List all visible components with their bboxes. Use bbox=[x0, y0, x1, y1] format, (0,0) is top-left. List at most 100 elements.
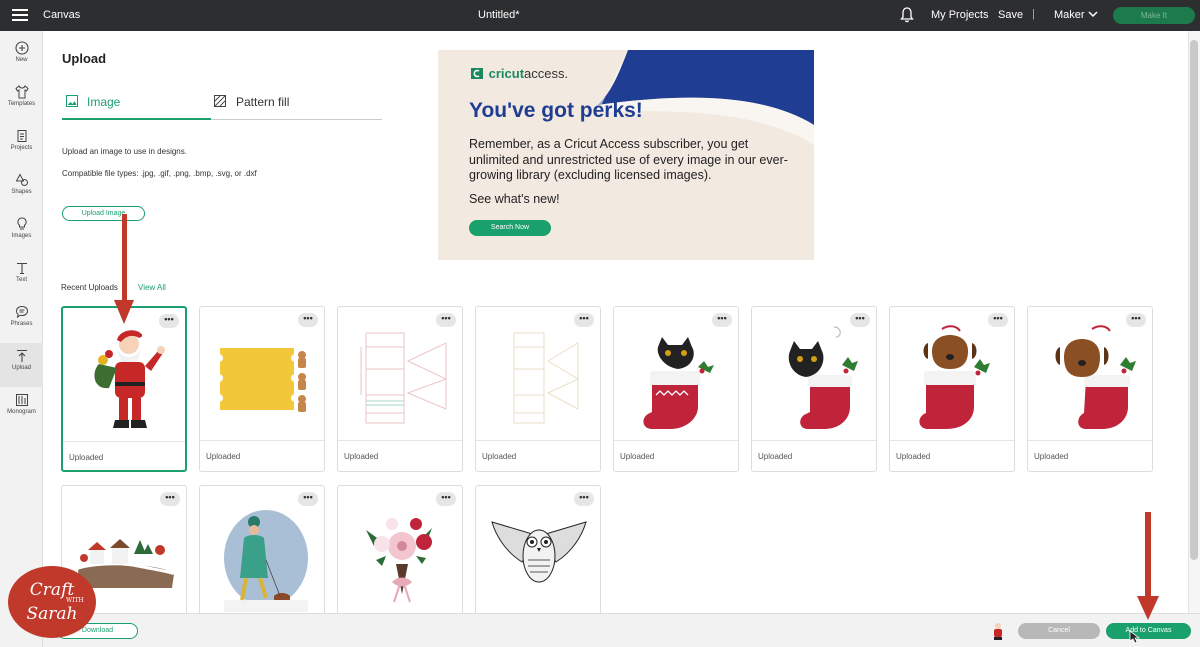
card-divider bbox=[614, 440, 738, 441]
cricut-access-banner: cricutaccess. You've got perks! Remember… bbox=[438, 50, 814, 260]
more-options-icon[interactable]: ••• bbox=[298, 313, 318, 327]
box-template-image bbox=[513, 332, 579, 424]
card-divider bbox=[338, 440, 462, 441]
annotation-arrow-down bbox=[1137, 512, 1159, 620]
document-title: Untitled* bbox=[478, 9, 520, 21]
more-options-icon[interactable]: ••• bbox=[1126, 313, 1146, 327]
more-options-icon[interactable]: ••• bbox=[298, 492, 318, 506]
nav-label: Upload bbox=[11, 365, 31, 371]
hamburger-menu-icon[interactable] bbox=[12, 9, 28, 21]
upload-card-dog-stocking-2[interactable]: Uploaded ••• bbox=[1027, 306, 1153, 472]
make-it-button[interactable]: Make It bbox=[1113, 7, 1195, 24]
lightbulb-icon bbox=[16, 217, 27, 230]
more-options-icon[interactable]: ••• bbox=[574, 313, 594, 327]
more-options-icon[interactable]: ••• bbox=[574, 492, 594, 506]
upload-card-box-pink[interactable]: Uploaded ••• bbox=[337, 306, 463, 472]
tab-pattern-label: Pattern fill bbox=[236, 95, 290, 109]
upload-card-santa[interactable]: Uploaded ••• bbox=[61, 306, 187, 472]
projects-icon bbox=[17, 130, 26, 142]
banner-headline: You've got perks! bbox=[469, 99, 643, 122]
card-divider bbox=[890, 440, 1014, 441]
watermark-line-2: Sarah bbox=[26, 604, 78, 624]
scrollbar-thumb[interactable] bbox=[1190, 40, 1198, 560]
nav-new[interactable]: New bbox=[0, 35, 43, 79]
card-label: Uploaded bbox=[206, 452, 241, 461]
cancel-button[interactable]: Cancel bbox=[1018, 623, 1100, 639]
upload-card-cat-stocking[interactable]: Uploaded ••• bbox=[613, 306, 739, 472]
dog-stocking-image bbox=[919, 325, 990, 429]
chevron-down-icon[interactable] bbox=[1087, 8, 1099, 20]
mouse-cursor-icon bbox=[1129, 630, 1140, 644]
upload-card-dog-stocking[interactable]: Uploaded ••• bbox=[889, 306, 1015, 472]
upload-card-cat-stocking-2[interactable]: Uploaded ••• bbox=[751, 306, 877, 472]
more-options-icon[interactable]: ••• bbox=[712, 313, 732, 327]
tab-image-label: Image bbox=[87, 95, 121, 109]
nav-phrases[interactable]: Phrases bbox=[0, 299, 43, 343]
shapes-icon bbox=[15, 173, 28, 186]
nav-label: Text bbox=[15, 277, 27, 283]
snowy-owl-image bbox=[491, 521, 587, 583]
more-options-icon[interactable]: ••• bbox=[436, 492, 456, 506]
app-name: Canvas bbox=[43, 9, 81, 21]
card-divider bbox=[752, 440, 876, 441]
nav-label: Shapes bbox=[11, 189, 32, 195]
save-link[interactable]: Save bbox=[998, 9, 1023, 21]
text-icon bbox=[16, 262, 27, 275]
selected-upload-thumbnail bbox=[994, 623, 1002, 640]
upload-icon bbox=[16, 349, 27, 362]
nav-text[interactable]: Text bbox=[0, 255, 43, 299]
separator: | bbox=[1032, 8, 1035, 20]
nav-shapes[interactable]: Shapes bbox=[0, 167, 43, 211]
cricut-access-logo: cricutaccess. bbox=[469, 66, 568, 81]
file-types-text: Compatible file types: .jpg, .gif, .png,… bbox=[62, 169, 257, 178]
banner-body: Remember, as a Cricut Access subscriber,… bbox=[469, 137, 788, 182]
upload-info-text: Upload an image to use in designs. bbox=[62, 147, 187, 156]
cat-stocking-image bbox=[788, 326, 858, 429]
more-options-icon[interactable]: ••• bbox=[436, 313, 456, 327]
annotation-arrow-down bbox=[114, 214, 134, 324]
speech-bubble-icon bbox=[15, 305, 28, 319]
nav-monogram[interactable]: Monogram bbox=[0, 387, 43, 431]
nav-images[interactable]: Images bbox=[0, 211, 43, 255]
bell-icon[interactable] bbox=[900, 7, 914, 23]
more-options-icon[interactable]: ••• bbox=[850, 313, 870, 327]
logo-brand: cricut bbox=[488, 66, 525, 81]
banner-subhead: See what's new! bbox=[469, 192, 560, 206]
card-label: Uploaded bbox=[344, 452, 379, 461]
woman-walking-dog-image bbox=[224, 510, 308, 612]
upload-card-gingerbread[interactable]: Uploaded ••• bbox=[199, 306, 325, 472]
nav-label: Templates bbox=[7, 101, 36, 107]
more-options-icon[interactable]: ••• bbox=[160, 492, 180, 506]
more-options-icon[interactable]: ••• bbox=[159, 314, 179, 328]
pattern-icon bbox=[214, 95, 226, 107]
nav-projects[interactable]: Projects bbox=[0, 123, 43, 167]
card-label: Uploaded bbox=[896, 452, 931, 461]
card-label: Uploaded bbox=[69, 453, 104, 462]
card-label: Uploaded bbox=[620, 452, 655, 461]
box-template-image bbox=[360, 332, 447, 424]
view-all-link[interactable]: View All bbox=[138, 283, 166, 292]
upload-card-box-beige[interactable]: Uploaded ••• bbox=[475, 306, 601, 472]
image-icon bbox=[66, 95, 78, 107]
card-label: Uploaded bbox=[1034, 452, 1069, 461]
monogram-icon bbox=[15, 394, 28, 406]
machine-select[interactable]: Maker bbox=[1054, 9, 1085, 21]
shirt-icon bbox=[14, 85, 29, 99]
card-divider bbox=[200, 440, 324, 441]
tab-active-indicator bbox=[62, 118, 211, 120]
search-now-button[interactable]: Search Now bbox=[469, 220, 551, 236]
nav-upload[interactable]: Upload bbox=[0, 343, 43, 387]
santa-image bbox=[94, 330, 165, 428]
nav-templates[interactable]: Templates bbox=[0, 79, 43, 123]
plus-circle-icon bbox=[14, 41, 29, 55]
top-bar: Canvas Untitled* My Projects Save | Make… bbox=[0, 0, 1200, 31]
nav-label: Monogram bbox=[7, 409, 36, 415]
dog-stocking-image bbox=[1055, 325, 1136, 429]
add-to-canvas-button[interactable]: Add to Canvas bbox=[1106, 623, 1191, 639]
left-sidebar: New Templates Projects Shapes Images Tex… bbox=[0, 31, 43, 647]
more-options-icon[interactable]: ••• bbox=[988, 313, 1008, 327]
watermark-with: WITH bbox=[66, 597, 84, 604]
my-projects-link[interactable]: My Projects bbox=[931, 9, 988, 21]
card-divider bbox=[63, 441, 185, 442]
cricut-logo-icon bbox=[471, 68, 483, 79]
